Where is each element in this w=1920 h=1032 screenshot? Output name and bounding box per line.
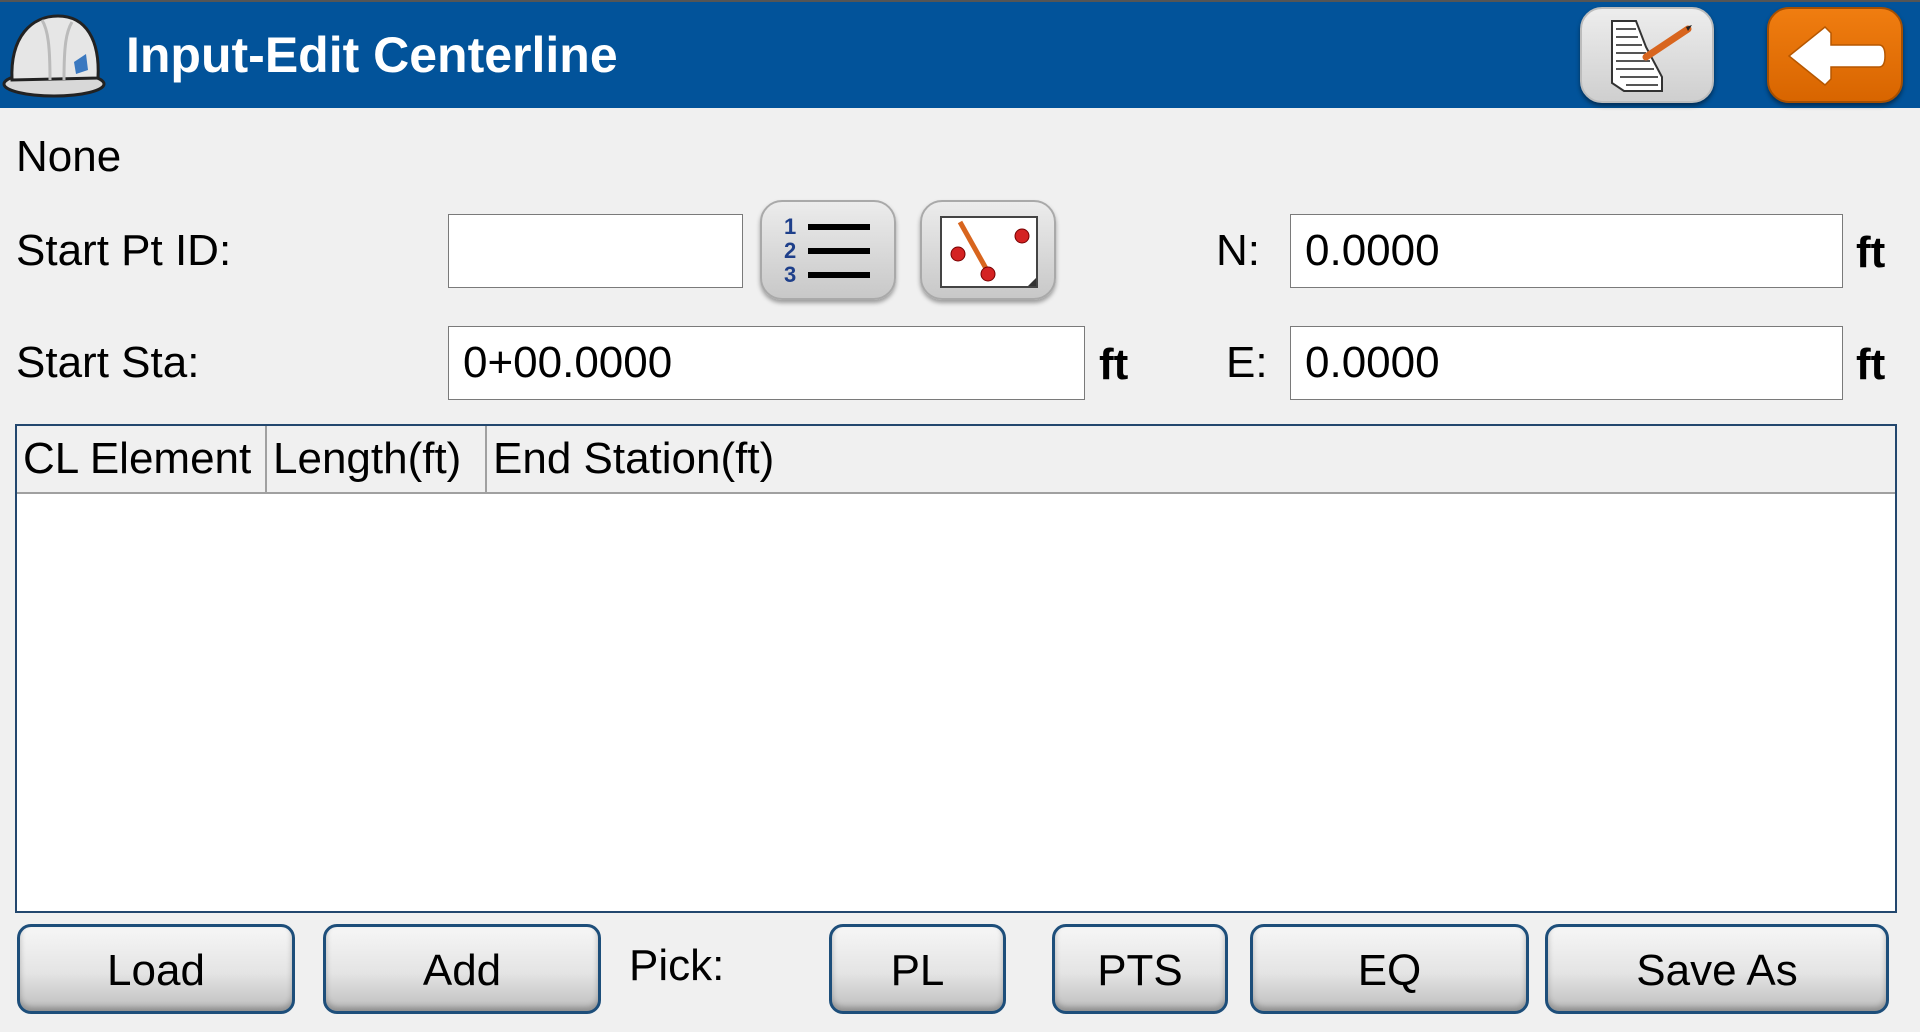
svg-text:3: 3	[784, 262, 796, 287]
map-pick-button[interactable]	[920, 200, 1056, 300]
northing-unit: ft	[1856, 228, 1886, 277]
title-bar: Input-Edit Centerline	[0, 0, 1920, 108]
column-header-length[interactable]: Length(ft)	[267, 426, 487, 492]
centerline-elements-table[interactable]: CL Element Length(ft) End Station(ft)	[15, 424, 1897, 913]
table-body[interactable]	[17, 494, 1895, 911]
add-button[interactable]: Add	[323, 924, 601, 1014]
start-pt-id-label: Start Pt ID:	[16, 226, 232, 275]
start-pt-id-input[interactable]	[448, 214, 743, 288]
hard-hat-icon	[2, 6, 106, 100]
notes-button[interactable]	[1580, 7, 1714, 103]
load-button[interactable]: Load	[17, 924, 295, 1014]
pick-label: Pick:	[629, 941, 725, 990]
easting-label: E:	[1226, 338, 1268, 387]
start-sta-unit: ft	[1099, 340, 1129, 389]
northing-label: N:	[1216, 226, 1260, 275]
numbered-list-icon: 1 2 3	[782, 214, 878, 293]
start-sta-label: Start Sta:	[16, 338, 200, 387]
svg-text:1: 1	[784, 214, 796, 239]
pick-pl-button[interactable]: PL	[829, 924, 1006, 1014]
back-button[interactable]	[1767, 7, 1903, 103]
column-header-end-station[interactable]: End Station(ft)	[487, 426, 807, 492]
easting-unit: ft	[1856, 340, 1886, 389]
easting-input[interactable]	[1290, 326, 1843, 400]
back-arrow-icon	[1785, 23, 1887, 94]
point-list-button[interactable]: 1 2 3	[760, 200, 896, 300]
save-as-button[interactable]: Save As	[1545, 924, 1889, 1014]
map-pick-icon	[940, 216, 1038, 293]
pick-pts-button[interactable]: PTS	[1052, 924, 1228, 1014]
northing-input[interactable]	[1290, 214, 1843, 288]
start-sta-input[interactable]	[448, 326, 1085, 400]
svg-text:2: 2	[784, 238, 796, 263]
centerline-name-status: None	[16, 132, 122, 181]
page-title: Input-Edit Centerline	[126, 27, 618, 83]
notes-pencil-icon	[1608, 17, 1692, 100]
column-header-cl-element[interactable]: CL Element	[17, 426, 267, 492]
table-header: CL Element Length(ft) End Station(ft)	[17, 426, 1895, 494]
eq-button[interactable]: EQ	[1250, 924, 1529, 1014]
